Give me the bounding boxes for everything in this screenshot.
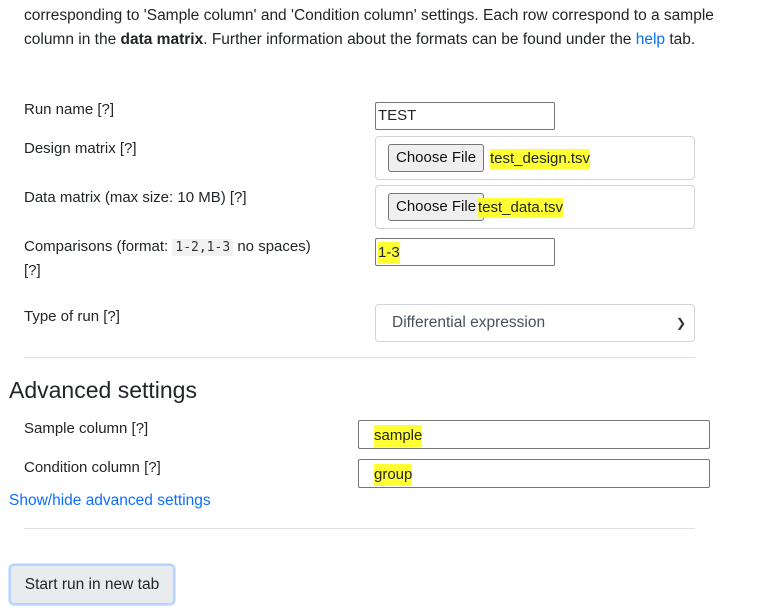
data-file-name: test_data.tsv: [478, 198, 564, 218]
run-type-label: Type of run [?]: [24, 308, 120, 325]
condition-column-input[interactable]: group: [358, 459, 710, 488]
design-choose-file-button[interactable]: Choose File: [388, 144, 485, 172]
intro-text: corresponding to 'Sample column' and 'Co…: [24, 4, 724, 52]
data-matrix-label: Data matrix (max size: 10 MB) [?]: [24, 189, 247, 206]
design-file-name: test_design.tsv: [490, 149, 591, 169]
run-name-value: TEST: [378, 107, 417, 124]
comparisons-label: Comparisons (format: 1-2,1-3 no spaces) …: [24, 235, 354, 282]
sample-column-label: Sample column [?]: [24, 420, 149, 437]
start-run-button[interactable]: Start run in new tab: [9, 564, 175, 605]
toggle-advanced-link[interactable]: Show/hide advanced settings: [9, 490, 211, 512]
comparisons-format-code: 1-2,1-3: [172, 239, 234, 256]
divider-bottom: [24, 528, 695, 529]
comparisons-label-pre: Comparisons (format:: [24, 238, 173, 255]
intro-part3: tab.: [665, 31, 696, 48]
intro-part2: . Further information about the formats …: [203, 31, 636, 48]
data-choose-file-button[interactable]: Choose File: [388, 193, 485, 221]
advanced-settings-title: Advanced settings: [9, 377, 197, 403]
divider-top: [24, 357, 695, 358]
sample-column-value: sample: [374, 425, 423, 447]
intro-bold: data matrix: [120, 31, 204, 48]
sample-column-input[interactable]: sample: [358, 420, 710, 449]
run-name-label: Run name [?]: [24, 101, 115, 118]
condition-column-label: Condition column [?]: [24, 459, 161, 476]
comparisons-input[interactable]: 1-3: [375, 238, 555, 266]
run-type-value: Differential expression: [392, 314, 546, 331]
comparisons-value: 1-3: [378, 242, 400, 264]
run-type-select[interactable]: Differential expression ❯: [375, 304, 695, 342]
design-matrix-file-input: Choose File test_design.tsv: [375, 136, 695, 180]
design-matrix-label: Design matrix [?]: [24, 140, 137, 157]
help-link[interactable]: help: [636, 31, 665, 48]
chevron-down-icon: ❯: [675, 316, 686, 330]
comparisons-help: [?]: [24, 262, 41, 279]
condition-column-value: group: [374, 464, 413, 486]
data-matrix-file-input: Choose File test_data.tsv: [375, 185, 695, 229]
comparisons-label-post: no spaces): [233, 238, 311, 255]
run-name-input[interactable]: TEST: [375, 102, 555, 130]
